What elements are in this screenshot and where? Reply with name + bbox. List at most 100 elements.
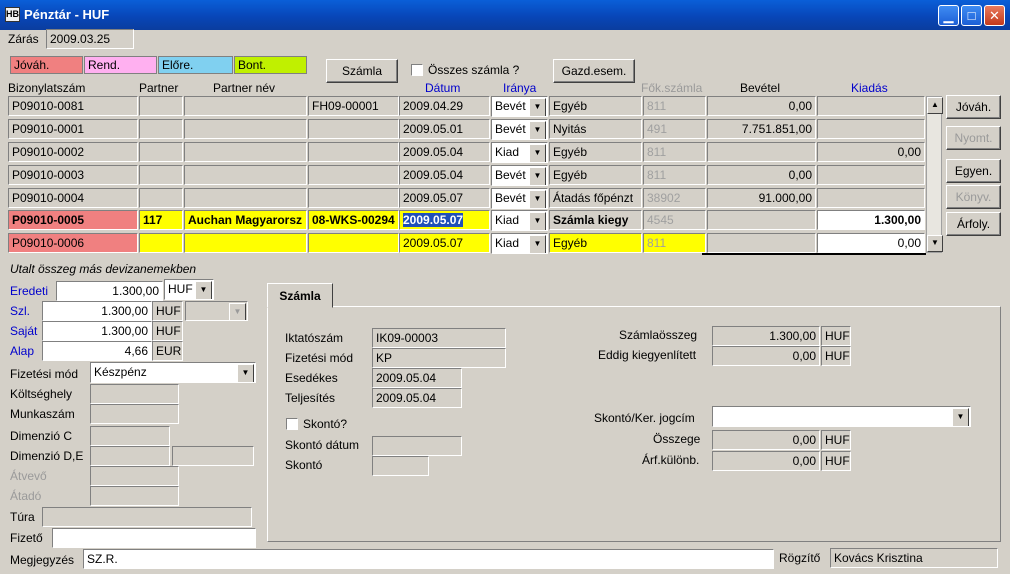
skonto-checkbox[interactable] <box>286 418 298 430</box>
close-button[interactable]: ✕ <box>984 5 1005 26</box>
row-datum-selected[interactable]: 2009.05.07 <box>399 210 490 230</box>
chevron-down-icon[interactable]: ▼ <box>529 235 546 253</box>
chevron-down-icon[interactable]: ▼ <box>237 364 254 382</box>
row-partner[interactable] <box>139 188 183 208</box>
row-kiadas[interactable] <box>817 188 925 208</box>
row-datum[interactable]: 2009.05.04 <box>399 165 490 185</box>
fizeto-field[interactable] <box>52 528 256 548</box>
row-irany-select[interactable]: Kiad ▼ <box>491 142 548 163</box>
row-bevetel[interactable] <box>707 142 816 162</box>
jovah-button[interactable]: Jóváh. <box>946 95 1001 119</box>
row-irany-select[interactable]: Bevét ▼ <box>491 188 548 209</box>
fizmod-select[interactable]: Készpénz ▼ <box>90 362 256 383</box>
row-datum[interactable]: 2009.04.29 <box>399 96 490 116</box>
row-ref[interactable] <box>308 233 399 253</box>
jogcim-select[interactable]: ▼ <box>712 406 971 427</box>
col-kiadas[interactable]: Kiadás <box>851 81 888 95</box>
chevron-down-icon[interactable]: ▼ <box>952 408 969 426</box>
row-datum[interactable]: 2009.05.07 <box>399 188 490 208</box>
row-partner-nev[interactable]: Auchan Magyarorsz <box>184 210 307 230</box>
row-partner-nev[interactable] <box>184 142 307 162</box>
row-ref[interactable] <box>308 142 399 162</box>
row-jogcim[interactable]: Egyéb <box>549 233 642 253</box>
row-partner[interactable] <box>139 119 183 139</box>
chevron-down-icon[interactable]: ▼ <box>195 281 212 299</box>
row-partner[interactable] <box>139 142 183 162</box>
chevron-down-icon[interactable]: ▼ <box>529 212 546 230</box>
row-partner-nev[interactable] <box>184 188 307 208</box>
row-partner[interactable] <box>139 233 183 253</box>
chevron-down-icon[interactable]: ▼ <box>529 98 546 116</box>
row-partner-nev[interactable] <box>184 96 307 116</box>
row-jogcim[interactable]: Egyéb <box>549 142 642 162</box>
dimd-field[interactable] <box>90 446 170 466</box>
dime-field[interactable] <box>172 446 254 466</box>
row-datum[interactable]: 2009.05.07 <box>399 233 490 253</box>
row-irany-select[interactable]: Kiad ▼ <box>491 210 548 231</box>
row-szam[interactable]: P09010-0004 <box>8 188 138 208</box>
row-bevetel[interactable] <box>707 233 816 253</box>
row-irany-select[interactable]: Kiad ▼ <box>491 233 548 254</box>
row-kiadas[interactable]: 1.300,00 <box>817 210 925 230</box>
row-szam[interactable]: P09010-0005 <box>8 210 138 230</box>
row-partner-nev[interactable] <box>184 119 307 139</box>
megjegyzes-field[interactable]: SZ.R. <box>83 549 774 569</box>
egyen-button[interactable]: Egyen. <box>946 159 1001 183</box>
konyv-button[interactable]: Könyv. <box>946 185 1001 209</box>
dimc-field[interactable] <box>90 426 170 446</box>
zaras-field[interactable]: 2009.03.25 <box>46 29 134 49</box>
row-kiadas[interactable] <box>817 165 925 185</box>
scroll-up-icon[interactable]: ▲ <box>927 97 943 114</box>
row-bevetel[interactable] <box>707 210 816 230</box>
row-partner[interactable] <box>139 96 183 116</box>
sajat-field[interactable]: 1.300,00 <box>42 321 152 341</box>
row-kiadas[interactable] <box>817 96 925 116</box>
maximize-button[interactable]: □ <box>961 5 982 26</box>
row-szam[interactable]: P09010-0001 <box>8 119 138 139</box>
chevron-down-icon[interactable]: ▼ <box>529 144 546 162</box>
tura-field[interactable] <box>42 507 252 527</box>
row-bevetel[interactable]: 0,00 <box>707 165 816 185</box>
chevron-down-icon[interactable]: ▼ <box>529 121 546 139</box>
row-partner-nev[interactable] <box>184 233 307 253</box>
arfoly-button[interactable]: Árfoly. <box>946 212 1001 236</box>
eredeti-currency-select[interactable]: HUF ▼ <box>164 279 214 300</box>
koltseghely-field[interactable] <box>90 384 179 404</box>
szamla-button[interactable]: Számla <box>326 59 398 83</box>
row-szam[interactable]: P09010-0003 <box>8 165 138 185</box>
col-iranya[interactable]: Iránya <box>503 81 536 95</box>
row-ref[interactable] <box>308 165 399 185</box>
chevron-down-icon[interactable]: ▼ <box>529 167 546 185</box>
row-jogcim[interactable]: Átadás főpénzt <box>549 188 642 208</box>
row-partner[interactable] <box>139 165 183 185</box>
munkaszam-field[interactable] <box>90 404 179 424</box>
osszes-szamla-checkbox[interactable] <box>411 64 423 76</box>
eredeti-field[interactable]: 1.300,00 <box>56 281 163 301</box>
row-ref[interactable] <box>308 188 399 208</box>
row-datum[interactable]: 2009.05.04 <box>399 142 490 162</box>
minimize-button[interactable]: ▁ <box>938 5 959 26</box>
nyomt-button[interactable]: Nyomt. <box>946 126 1001 150</box>
skonto-field[interactable] <box>372 456 429 476</box>
row-irany-select[interactable]: Bevét ▼ <box>491 96 548 117</box>
szl-field[interactable]: 1.300,00 <box>42 301 152 321</box>
row-szam[interactable]: P09010-0081 <box>8 96 138 116</box>
row-jogcim[interactable]: Számla kiegy <box>549 210 642 230</box>
row-kiadas[interactable]: 0,00 <box>817 233 925 253</box>
skonto-datum-field[interactable] <box>372 436 462 456</box>
row-jogcim[interactable]: Egyéb <box>549 165 642 185</box>
row-kiadas[interactable] <box>817 119 925 139</box>
row-irany-select[interactable]: Bevét ▼ <box>491 119 548 140</box>
row-szam[interactable]: P09010-0006 <box>8 233 138 253</box>
row-jogcim[interactable]: Nyitás <box>549 119 642 139</box>
row-bevetel[interactable]: 0,00 <box>707 96 816 116</box>
grid-scrollbar[interactable]: ▲ ▼ <box>926 96 943 253</box>
row-bevetel[interactable]: 7.751.851,00 <box>707 119 816 139</box>
chevron-down-icon[interactable]: ▼ <box>529 190 546 208</box>
row-szam[interactable]: P09010-0002 <box>8 142 138 162</box>
row-partner-nev[interactable] <box>184 165 307 185</box>
row-kiadas[interactable]: 0,00 <box>817 142 925 162</box>
row-jogcim[interactable]: Egyéb <box>549 96 642 116</box>
alap-field[interactable]: 4,66 <box>42 341 152 361</box>
row-ref[interactable]: FH09-00001 <box>308 96 399 116</box>
